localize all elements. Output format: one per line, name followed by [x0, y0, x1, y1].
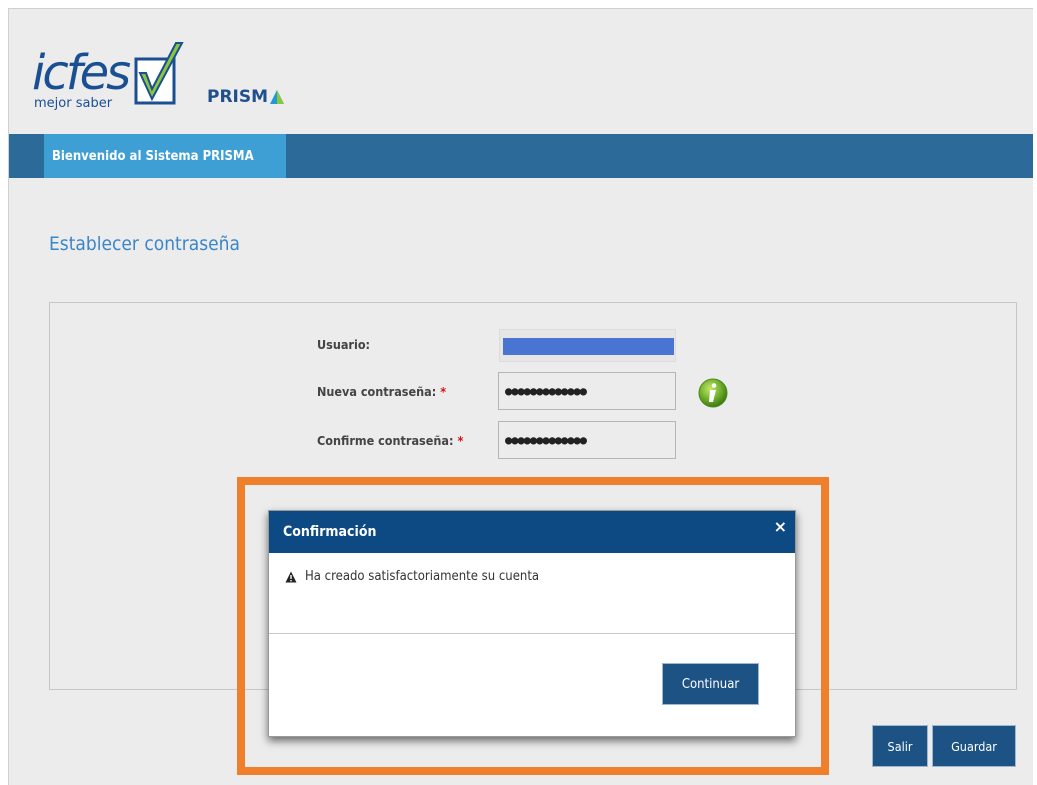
continuar-button[interactable]: Continuar	[662, 663, 759, 705]
usuario-label-text: Usuario:	[317, 337, 371, 352]
nueva-contrasena-input[interactable]: ●●●●●●●●●●●●●	[498, 372, 676, 410]
nueva-contrasena-label: Nueva contraseña: *	[317, 384, 446, 399]
info-icon[interactable]	[697, 377, 729, 409]
header: icfes mejor saber PRISM A	[9, 9, 1033, 134]
prisma-logo-text: PRISM	[207, 87, 269, 107]
nueva-label-text: Nueva contraseña:	[317, 384, 437, 399]
nav-bar: Bienvenido al Sistema PRISMA	[9, 134, 1033, 178]
dialog-divider	[269, 633, 795, 634]
confirmation-dialog: Confirmación × Ha creado satisfactoriame…	[268, 510, 796, 737]
icfes-logo: icfes mejor saber	[32, 42, 184, 111]
dialog-message: Ha creado satisfactoriamente su cuenta	[285, 569, 539, 584]
usuario-field	[499, 329, 676, 362]
guardar-button[interactable]: Guardar	[932, 725, 1016, 767]
prisma-logo: PRISM A	[207, 85, 285, 109]
dialog-title: Confirmación	[283, 524, 377, 540]
tab-label: Bienvenido al Sistema PRISMA	[52, 148, 254, 164]
warning-icon	[285, 571, 297, 582]
confirme-label-text: Confirme contraseña:	[317, 433, 454, 448]
salir-button[interactable]: Salir	[872, 725, 928, 767]
logo-icfes-text: icfes	[32, 45, 130, 101]
close-icon[interactable]: ×	[774, 517, 787, 536]
confirme-contrasena-input[interactable]: ●●●●●●●●●●●●●	[498, 421, 676, 459]
dialog-header: Confirmación ×	[269, 511, 795, 553]
logo-tagline: mejor saber	[34, 96, 113, 111]
usuario-label: Usuario:	[317, 337, 370, 352]
page-title: Establecer contraseña	[49, 233, 240, 255]
dialog-message-text: Ha creado satisfactoriamente su cuenta	[305, 569, 540, 584]
tab-bienvenido[interactable]: Bienvenido al Sistema PRISMA	[44, 134, 286, 178]
usuario-redacted-bar	[503, 338, 674, 355]
confirme-contrasena-label: Confirme contraseña: *	[317, 433, 463, 448]
prisma-triangle-icon: A	[270, 90, 285, 104]
required-mark: *	[440, 384, 447, 399]
required-mark: *	[457, 433, 464, 448]
page: icfes mejor saber PRISM A Bienvenido al …	[0, 0, 1037, 785]
